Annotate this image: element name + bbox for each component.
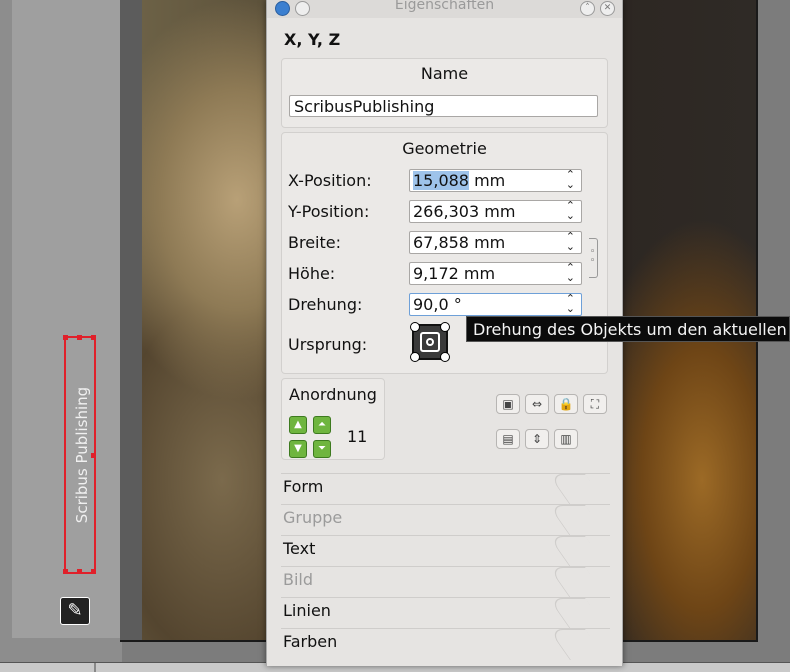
dialog-title: Eigenschaften: [394, 0, 495, 13]
spin-arrows-icon[interactable]: ⌃ ⌄: [566, 169, 575, 190]
text-flow-icon[interactable]: ▥: [554, 429, 578, 449]
section-linien[interactable]: Linien: [281, 597, 610, 629]
lock-icon[interactable]: 🔒: [554, 394, 578, 414]
raise-icon[interactable]: ▲: [289, 416, 307, 434]
frame-text: Scribus Publishing: [73, 386, 91, 524]
x-position-label: X-Position:: [288, 171, 372, 190]
y-position-label: Y-Position:: [288, 202, 370, 221]
spin-arrows-icon[interactable]: ⌃ ⌄: [566, 262, 575, 283]
x-position-selected-value: 15,088: [413, 171, 469, 190]
lock-size-icon[interactable]: ⛶: [583, 394, 607, 414]
width-value: 67,858 mm: [413, 233, 506, 252]
lower-to-bottom-icon[interactable]: ⏷: [313, 440, 331, 458]
y-position-value: 266,303 mm: [413, 202, 516, 221]
origin-label: Ursprung:: [288, 335, 368, 354]
level-number: 11: [347, 427, 368, 446]
x-position-field[interactable]: 15,088 mm ⌃ ⌄: [409, 169, 582, 192]
section-gruppe: Gruppe: [281, 504, 610, 536]
chain-link-icon[interactable]: ◦ ◦: [590, 248, 597, 266]
no-print-icon[interactable]: ▤: [496, 429, 520, 449]
flip-vertical-icon[interactable]: ⇕: [525, 429, 549, 449]
height-value: 9,172 mm: [413, 264, 496, 283]
y-position-field[interactable]: 266,303 mm ⌃ ⌄: [409, 200, 582, 223]
origin-selector-icon[interactable]: [410, 322, 450, 362]
section-farben-label: Farben: [283, 632, 338, 651]
canvas-pasteboard: [0, 0, 123, 671]
spin-arrows-icon[interactable]: ⌃ ⌄: [566, 231, 575, 252]
arrangement-title: Anordnung: [289, 385, 377, 404]
dialog-titlebar[interactable]: Eigenschaften ˄ ✕: [267, 0, 622, 18]
section-farben[interactable]: Farben: [281, 628, 610, 660]
name-group-title: Name: [420, 64, 469, 83]
close-icon[interactable]: ✕: [600, 1, 615, 16]
rotation-tooltip: Drehung des Objekts um den aktuellen U: [466, 316, 790, 342]
section-bild-label: Bild: [283, 570, 314, 589]
page-margin-strip: [120, 0, 142, 640]
section-bild: Bild: [281, 566, 610, 598]
geometry-group-title: Geometrie: [402, 139, 487, 158]
height-label: Höhe:: [288, 264, 336, 283]
x-position-unit: mm: [468, 171, 506, 190]
section-text-label: Text: [283, 539, 316, 558]
width-label: Breite:: [288, 233, 341, 252]
section-form-label: Form: [283, 477, 324, 496]
object-name-input[interactable]: ScribusPublishing: [289, 95, 598, 117]
section-text[interactable]: Text: [281, 535, 610, 567]
width-field[interactable]: 67,858 mm ⌃ ⌄: [409, 231, 582, 254]
flip-horizontal-icon[interactable]: ⇔: [525, 394, 549, 414]
rotation-value: 90,0 °: [413, 295, 462, 314]
lower-icon[interactable]: ▼: [289, 440, 307, 458]
rotation-field[interactable]: 90,0 ° ⌃ ⌄: [409, 293, 582, 316]
edit-tool-icon[interactable]: ✎: [60, 597, 90, 625]
section-form[interactable]: Form: [281, 473, 610, 505]
tab-xyz[interactable]: X, Y, Z: [284, 30, 340, 49]
shade-icon[interactable]: ˄: [580, 1, 595, 16]
raise-to-top-icon[interactable]: ⏶: [313, 416, 331, 434]
rotation-label: Drehung:: [288, 295, 363, 314]
spin-arrows-icon[interactable]: ⌃ ⌄: [566, 293, 575, 314]
height-field[interactable]: 9,172 mm ⌃ ⌄: [409, 262, 582, 285]
section-gruppe-label: Gruppe: [283, 508, 343, 527]
section-linien-label: Linien: [283, 601, 331, 620]
spin-arrows-icon[interactable]: ⌃ ⌄: [566, 200, 575, 221]
print-toggle-icon[interactable]: ▣: [496, 394, 520, 414]
selected-text-frame[interactable]: Scribus Publishing: [63, 335, 96, 574]
